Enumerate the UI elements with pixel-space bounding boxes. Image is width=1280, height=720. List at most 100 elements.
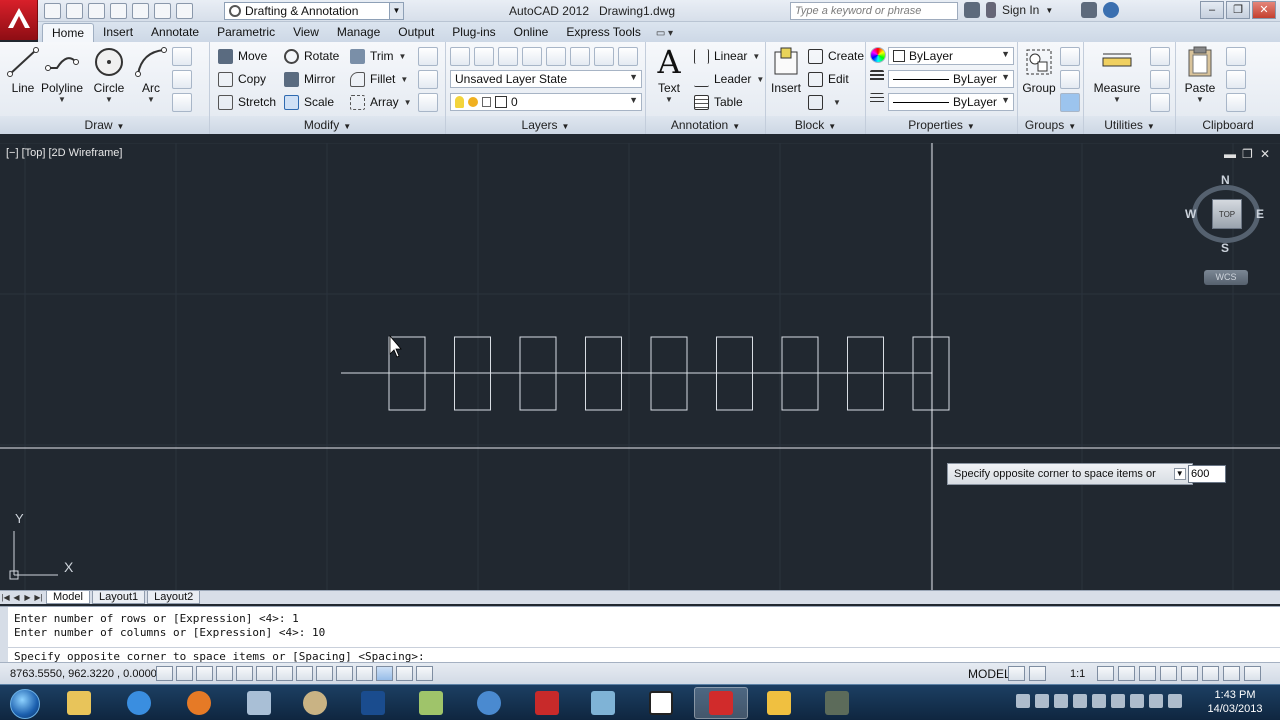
annotation-visibility-icon[interactable] bbox=[1097, 666, 1115, 681]
text-button[interactable]: A Text ▼ bbox=[646, 46, 692, 104]
tab-insert[interactable]: Insert bbox=[94, 23, 142, 42]
linetype-dropdown[interactable]: ByLayer ▼ bbox=[888, 93, 1014, 111]
tab-express-tools[interactable]: Express Tools bbox=[557, 23, 649, 42]
group-selection-icon[interactable] bbox=[1060, 93, 1080, 112]
next-layout-icon[interactable]: ▶ bbox=[22, 592, 33, 604]
clipboard-panel-title[interactable]: Clipboard bbox=[1176, 116, 1280, 134]
minimize-button[interactable]: – bbox=[1200, 1, 1224, 19]
application-menu-button[interactable] bbox=[0, 0, 38, 40]
match-properties-icon[interactable] bbox=[870, 47, 886, 63]
hardware-acceleration-icon[interactable] bbox=[1181, 666, 1199, 681]
coordinate-readout[interactable]: 8763.5550, 962.3220 , 0.0000 bbox=[10, 668, 157, 680]
tray-icon[interactable] bbox=[1130, 694, 1144, 708]
tray-icon[interactable] bbox=[1035, 694, 1049, 708]
tab-view[interactable]: View bbox=[284, 23, 328, 42]
viewport-controls-label[interactable]: [−] [Top] [2D Wireframe] bbox=[6, 147, 122, 159]
rectangle-icon[interactable] bbox=[172, 47, 192, 66]
search-input[interactable]: Type a keyword or phrase bbox=[790, 2, 958, 20]
tab-output[interactable]: Output bbox=[389, 23, 443, 42]
hatch-icon[interactable] bbox=[172, 70, 192, 89]
minimize-icon[interactable]: ▬ bbox=[1224, 147, 1236, 161]
match-properties-icon[interactable] bbox=[1226, 93, 1246, 112]
modify-panel-title[interactable]: Modify ▼ bbox=[210, 116, 445, 134]
workspace-switch-icon[interactable] bbox=[1139, 666, 1157, 681]
dynamic-input-field[interactable]: 600 bbox=[1188, 465, 1226, 483]
wcs-menu-button[interactable]: WCS bbox=[1204, 270, 1248, 285]
grid-icon[interactable] bbox=[196, 666, 213, 681]
insert-button[interactable]: Insert bbox=[766, 46, 806, 95]
trim-button[interactable]: Trim ▼ bbox=[350, 46, 406, 66]
explode-icon[interactable] bbox=[418, 70, 438, 89]
layers-panel-title[interactable]: Layers ▼ bbox=[446, 116, 645, 134]
layer-properties-icon[interactable] bbox=[450, 47, 470, 66]
calculator-icon[interactable] bbox=[1150, 93, 1170, 112]
ortho-icon[interactable] bbox=[216, 666, 233, 681]
erase-icon[interactable] bbox=[418, 47, 438, 66]
auto-scale-icon[interactable] bbox=[1118, 666, 1136, 681]
last-layout-icon[interactable]: ▶| bbox=[33, 592, 44, 604]
color-dropdown[interactable]: ByLayer ▼ bbox=[888, 47, 1014, 65]
tray-icon[interactable] bbox=[1016, 694, 1030, 708]
fillet-button[interactable]: Fillet ▼ bbox=[350, 69, 408, 89]
chevron-down-icon[interactable]: ▼ bbox=[1045, 6, 1053, 15]
taskbar-paint[interactable] bbox=[288, 687, 342, 719]
osnap-icon[interactable] bbox=[256, 666, 273, 681]
taskbar-tool[interactable] bbox=[810, 687, 864, 719]
sign-in-link[interactable]: Sign In bbox=[1002, 3, 1039, 17]
lineweight-dropdown[interactable]: ByLayer ▼ bbox=[888, 70, 1014, 88]
otrack-icon[interactable] bbox=[296, 666, 313, 681]
rotate-button[interactable]: Rotate bbox=[284, 46, 339, 66]
copy-button[interactable]: Copy bbox=[218, 69, 266, 89]
taskbar-app[interactable] bbox=[576, 687, 630, 719]
help-icon[interactable] bbox=[1103, 2, 1120, 18]
offset-icon[interactable] bbox=[418, 93, 438, 112]
utilities-panel-title[interactable]: Utilities ▼ bbox=[1084, 116, 1175, 134]
arc-button[interactable]: Arc ▼ bbox=[128, 46, 174, 104]
tab-home[interactable]: Home bbox=[42, 23, 95, 42]
ribbon-minimize-icon[interactable]: ▭ ▾ bbox=[656, 28, 673, 42]
taskbar-7zip[interactable] bbox=[634, 687, 688, 719]
tab-parametric[interactable]: Parametric bbox=[208, 23, 284, 42]
layer-dropdown[interactable]: 0 ▼ bbox=[450, 93, 642, 111]
status-menu-icon[interactable] bbox=[1223, 666, 1241, 681]
region-icon[interactable] bbox=[172, 93, 192, 112]
dyn-icon[interactable] bbox=[336, 666, 353, 681]
options-arrow-icon[interactable]: ▼ bbox=[1173, 468, 1186, 480]
layer-icon[interactable] bbox=[522, 47, 542, 66]
layer-icon[interactable] bbox=[570, 47, 590, 66]
transparency-icon[interactable] bbox=[376, 666, 393, 681]
compass-north[interactable]: N bbox=[1221, 173, 1230, 187]
quick-properties-icon[interactable] bbox=[396, 666, 413, 681]
linear-dimension-button[interactable]: Linear ▼ bbox=[694, 46, 760, 66]
snap-icon[interactable] bbox=[176, 666, 193, 681]
array-button[interactable]: Array ▼ bbox=[350, 92, 412, 112]
edit-block-button[interactable]: Edit bbox=[808, 69, 849, 89]
create-block-button[interactable]: Create bbox=[808, 46, 864, 66]
first-layout-icon[interactable]: |◀ bbox=[0, 592, 11, 604]
mirror-button[interactable]: Mirror bbox=[284, 69, 335, 89]
layer-icon[interactable] bbox=[498, 47, 518, 66]
block-panel-title[interactable]: Block ▼ bbox=[766, 116, 865, 134]
taskbar-mail[interactable] bbox=[752, 687, 806, 719]
cut-icon[interactable] bbox=[1226, 47, 1246, 66]
layer-icon[interactable] bbox=[546, 47, 566, 66]
layer-icon[interactable] bbox=[618, 47, 638, 66]
circle-button[interactable]: Circle ▼ bbox=[86, 46, 132, 104]
ducs-icon[interactable] bbox=[316, 666, 333, 681]
tray-icon[interactable] bbox=[1092, 694, 1106, 708]
select-all-icon[interactable] bbox=[1150, 70, 1170, 89]
polyline-button[interactable]: Polyline ▼ bbox=[38, 46, 86, 104]
quick-select-icon[interactable] bbox=[1150, 47, 1170, 66]
taskbar-ie[interactable] bbox=[112, 687, 166, 719]
tab-online[interactable]: Online bbox=[505, 23, 558, 42]
viewcube[interactable]: TOP N S E W bbox=[1185, 173, 1264, 255]
table-button[interactable]: Table bbox=[694, 92, 743, 112]
group-edit-icon[interactable] bbox=[1060, 70, 1080, 89]
close-icon[interactable]: ✕ bbox=[1260, 147, 1270, 161]
start-button[interactable] bbox=[4, 686, 48, 720]
scale-button[interactable]: Scale bbox=[284, 92, 334, 112]
layout-tab-model[interactable]: Model bbox=[46, 591, 90, 604]
tab-manage[interactable]: Manage bbox=[328, 23, 389, 42]
stretch-button[interactable]: Stretch bbox=[218, 92, 276, 112]
binoculars-icon[interactable] bbox=[964, 2, 980, 18]
